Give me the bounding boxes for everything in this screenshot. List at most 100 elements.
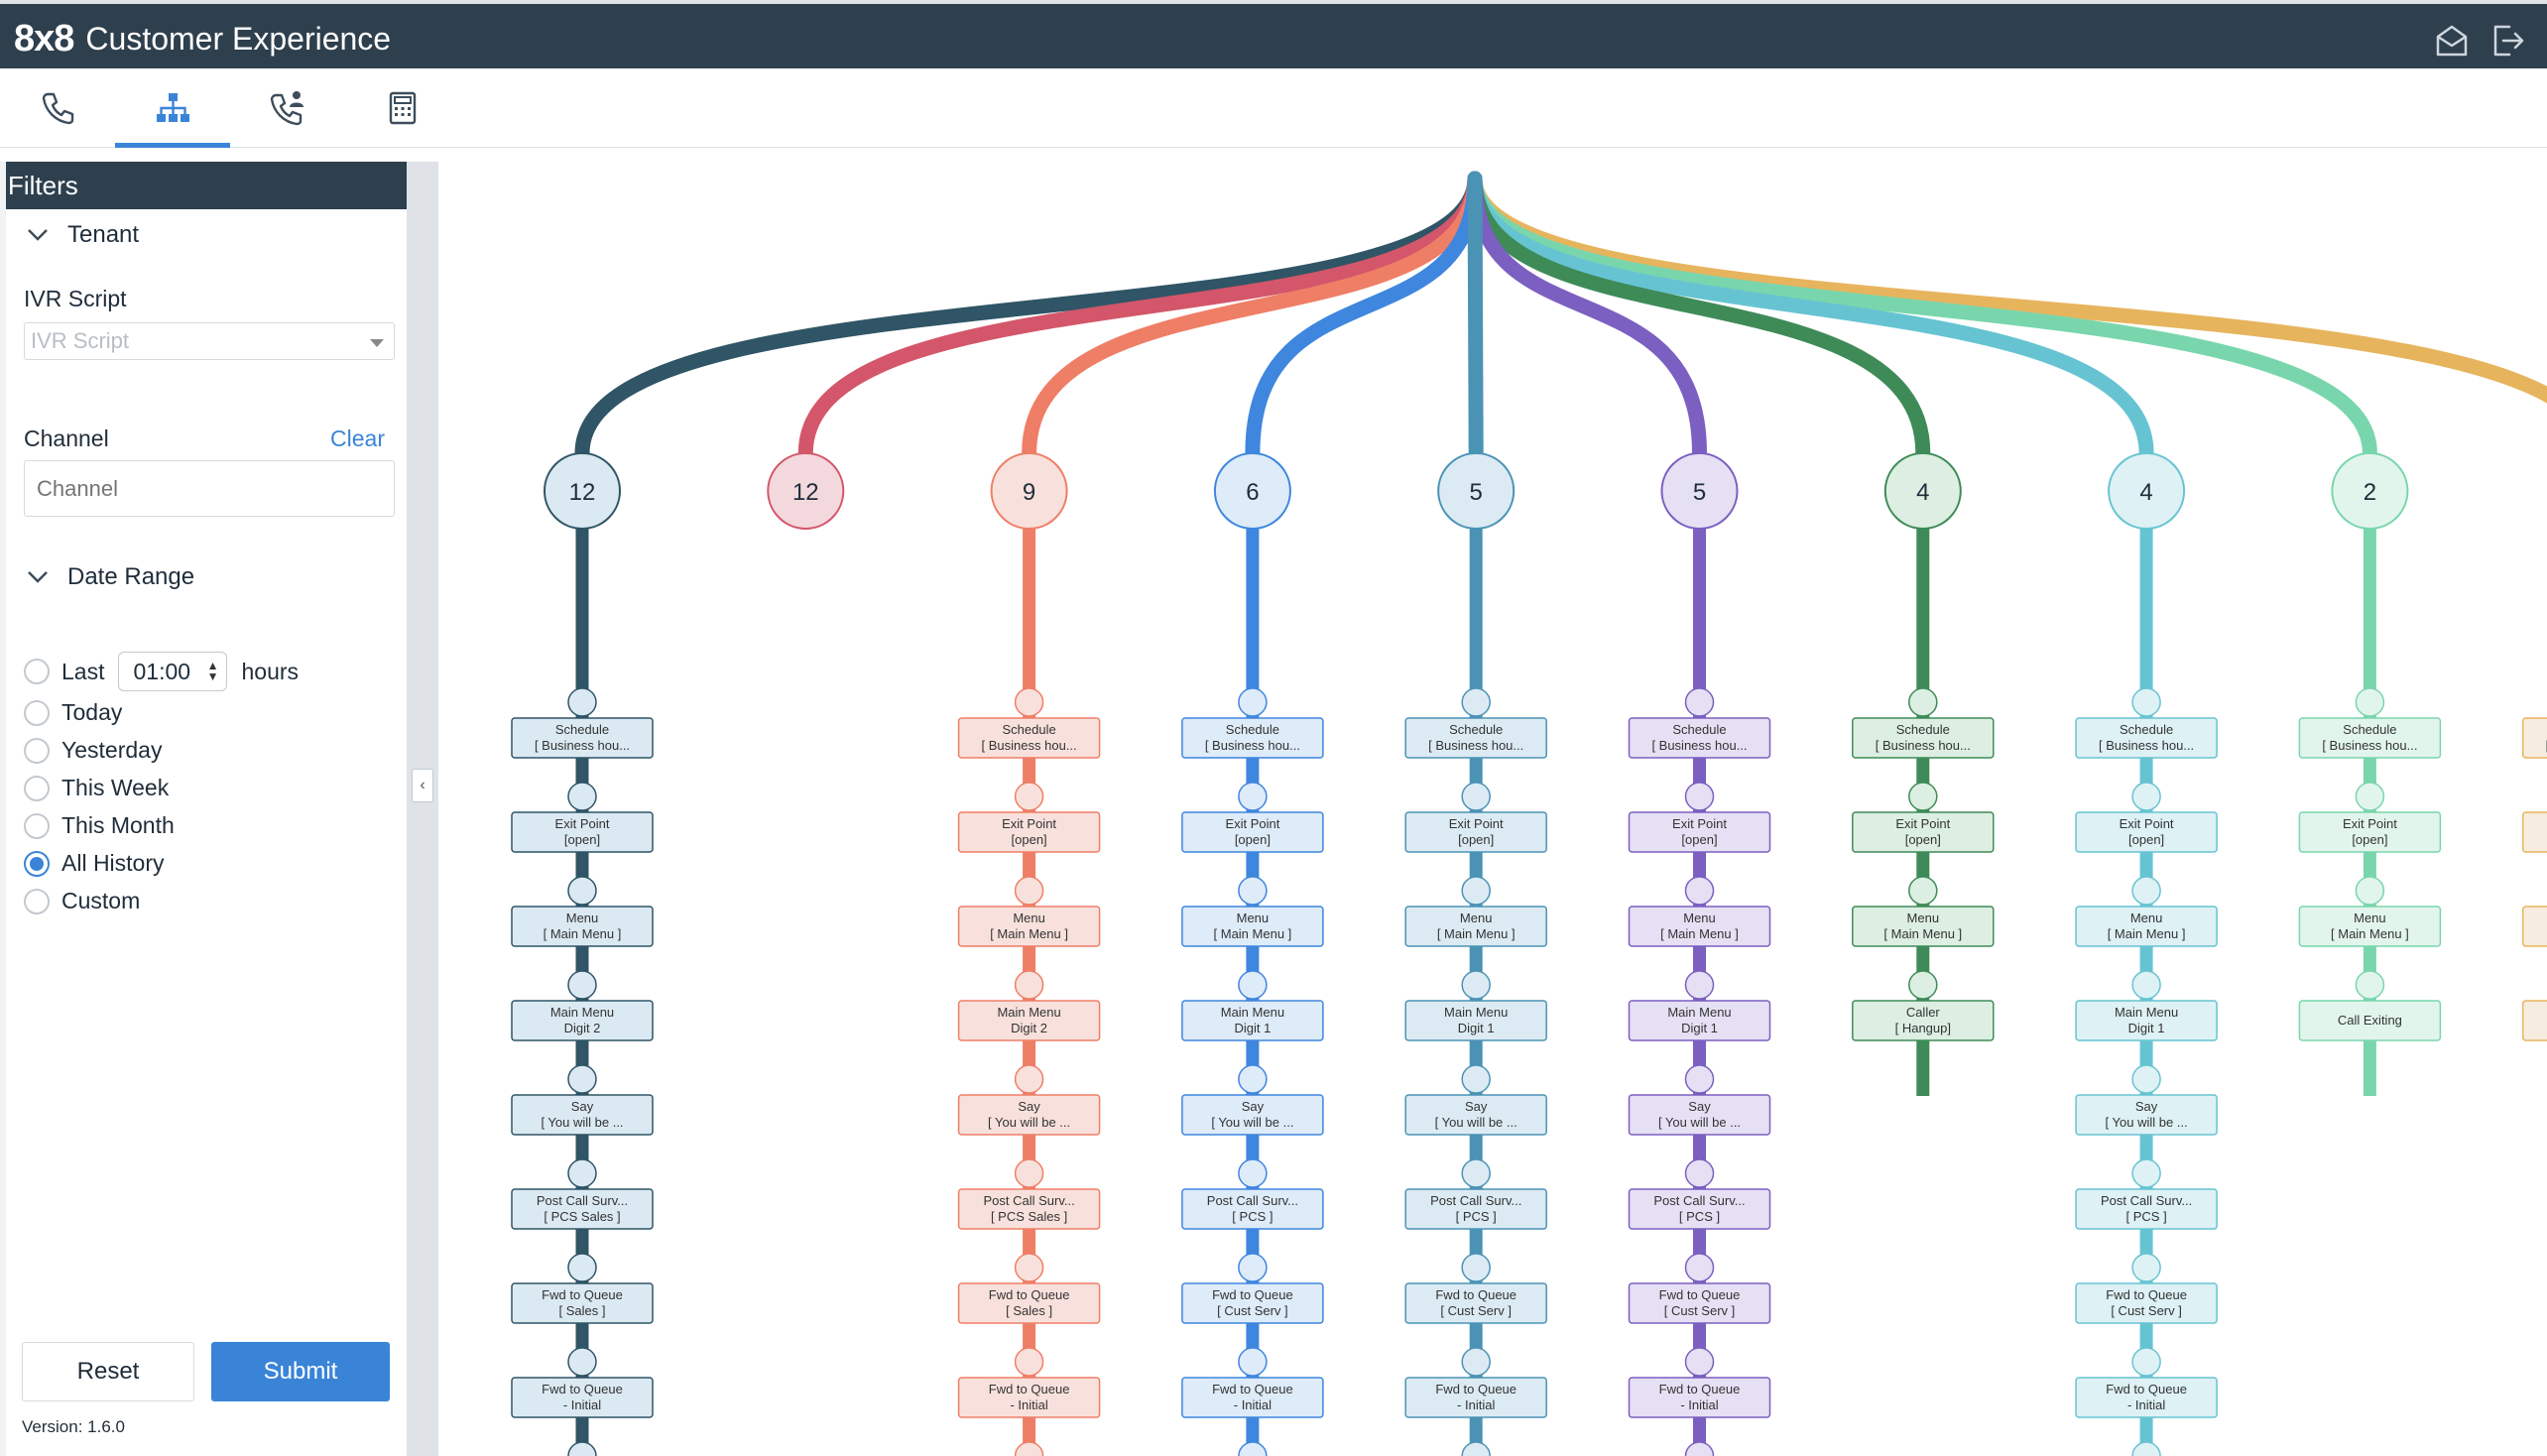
flow-node-title: Main Menu: [1667, 1005, 1731, 1020]
flow-connector-dot: [2131, 782, 2161, 811]
submit-button[interactable]: Submit: [211, 1342, 390, 1401]
radio-today[interactable]: Today: [24, 699, 122, 726]
date-range-label: Date Range: [67, 563, 195, 590]
flow-node-detail: [ PCS ]: [1456, 1209, 1497, 1224]
flow-connector-dot: [2131, 1347, 2161, 1377]
radio-yesterday[interactable]: Yesterday: [24, 737, 162, 764]
envelope-open-icon[interactable]: [2432, 21, 2472, 61]
radio-this-week[interactable]: This Week: [24, 775, 169, 801]
flow-connector-dot: [567, 1064, 597, 1094]
option-label: This Month: [61, 812, 175, 838]
logout-icon[interactable]: [2487, 21, 2527, 61]
branch-count-label: 5: [1693, 479, 1706, 506]
tab-calls[interactable]: [0, 68, 115, 148]
branch-count-label: 6: [1246, 479, 1259, 506]
flow-connector-dot: [1461, 687, 1491, 717]
flow-connector-dot: [1014, 1158, 1044, 1188]
flow-node-detail: [ Business hou...: [1876, 738, 1971, 753]
flow-node-detail: [ Main Menu ]: [1437, 926, 1516, 941]
radio-button[interactable]: [24, 850, 50, 877]
channel-input[interactable]: [24, 460, 395, 517]
flow-node[interactable]: [2521, 811, 2547, 853]
flow-connector-dot: [1238, 782, 1268, 811]
clear-channel-link[interactable]: Clear: [330, 425, 385, 452]
tenant-section-toggle[interactable]: Tenant: [24, 221, 139, 249]
flow-connector-dot: [1684, 1253, 1715, 1282]
flow-node-detail: [ PCS ]: [1679, 1209, 1720, 1224]
flow-node-title: Schedule: [1896, 722, 1950, 737]
ivr-script-select[interactable]: IVR Script: [24, 322, 395, 360]
flow-connector-dot: [1461, 782, 1491, 811]
radio-this-month[interactable]: This Month: [24, 812, 175, 839]
flow-node[interactable]: [2521, 1000, 2547, 1041]
flow-node-detail: [ Cust Serv ]: [1664, 1303, 1736, 1318]
radio-button[interactable]: [24, 659, 50, 684]
flow-connector-dot: [2131, 1158, 2161, 1188]
reset-button[interactable]: Reset: [22, 1342, 194, 1401]
flow-node-detail: Digit 1: [1458, 1021, 1495, 1035]
chevron-down-icon: [28, 571, 48, 583]
flow-node-detail: [ Business hou...: [982, 738, 1077, 753]
flow-connector-dot: [567, 1253, 597, 1282]
flow-node-title: Main Menu: [1444, 1005, 1508, 1020]
flow-node-detail: [ Sales ]: [559, 1303, 606, 1318]
stepper-arrows-icon[interactable]: ▲ ▼: [207, 660, 219, 682]
tab-flow[interactable]: [115, 68, 230, 148]
flow-node-title: Say: [2135, 1099, 2158, 1114]
version-label: Version: 1.6.0: [22, 1417, 125, 1436]
flow-node-title: Fwd to Queue: [542, 1382, 623, 1396]
radio-button[interactable]: [24, 699, 50, 726]
filters-header: Filters: [6, 162, 407, 209]
ivr-flow-canvas[interactable]: 12 Schedule[ Business hou... Exit Point [op…: [438, 149, 2547, 1456]
radio-button[interactable]: [24, 812, 50, 839]
flow-connector-dot: [1684, 782, 1715, 811]
flow-node-title: Exit Point: [1225, 816, 1279, 831]
flow-connector-dot: [567, 1441, 597, 1456]
branch-count-label: 12: [792, 479, 819, 506]
branch-count-label: 2: [2364, 479, 2376, 506]
flow-connector-dot: [2355, 782, 2385, 811]
flow-node[interactable]: [2521, 717, 2547, 759]
flow-node-detail: [ Business hou...: [1651, 738, 1747, 753]
flow-connector-dot: [1908, 687, 1938, 717]
flow-node-detail: [ Main Menu ]: [990, 926, 1068, 941]
tab-agent-calls[interactable]: [230, 68, 345, 148]
hours-stepper[interactable]: 01:00 ▲ ▼: [118, 652, 228, 691]
flow-connector-dot: [1014, 782, 1044, 811]
flow-connector-dot: [1238, 1347, 1268, 1377]
radio-button[interactable]: [24, 775, 50, 801]
option-label: This Week: [61, 775, 170, 800]
flow-node[interactable]: [2521, 906, 2547, 947]
branch-count-label: 12: [569, 479, 596, 506]
flow-node-detail: [ PCS Sales ]: [544, 1209, 620, 1224]
flow-node-detail: [ Hangup]: [1895, 1021, 1951, 1035]
radio-button[interactable]: [24, 737, 50, 764]
flow-connector-dot: [1684, 1441, 1715, 1456]
date-range-section-toggle[interactable]: Date Range: [24, 563, 194, 591]
radio-all-history[interactable]: All History: [24, 850, 165, 877]
caret-down-icon: [370, 339, 384, 347]
radio-custom[interactable]: Custom: [24, 888, 140, 914]
flow-node-detail: [ Main Menu ]: [1883, 926, 1962, 941]
flow-node-detail: Digit 1: [1681, 1021, 1718, 1035]
brand: 8x8 Customer Experience: [14, 14, 391, 63]
flow-node-title: Main Menu: [1221, 1005, 1284, 1020]
flow-node-title: Post Call Surv...: [2101, 1193, 2192, 1208]
tab-bar: [0, 68, 2547, 148]
flow-node-detail: [ Business hou...: [535, 738, 630, 753]
collapse-sidebar-button[interactable]: ‹: [412, 769, 433, 802]
flow-connector-dot: [2131, 970, 2161, 1000]
flow-node-detail: [ Main Menu ]: [2331, 926, 2409, 941]
flow-node-title: Caller: [1906, 1005, 1941, 1020]
flow-node-title: Main Menu: [997, 1005, 1060, 1020]
flow-node-title: Main Menu: [550, 1005, 614, 1020]
phone-agent-icon: [270, 91, 303, 126]
flow-connector-dot: [1908, 876, 1938, 906]
flow-node-detail: [open]: [2128, 832, 2164, 847]
flow-node-title: Schedule: [555, 722, 609, 737]
tab-reports[interactable]: [345, 68, 460, 148]
flow-connector-dot: [1238, 1441, 1268, 1456]
radio-button[interactable]: [24, 888, 50, 914]
radio-last[interactable]: Last 01:00 ▲ ▼ hours: [24, 652, 299, 691]
option-label: Today: [61, 699, 123, 725]
